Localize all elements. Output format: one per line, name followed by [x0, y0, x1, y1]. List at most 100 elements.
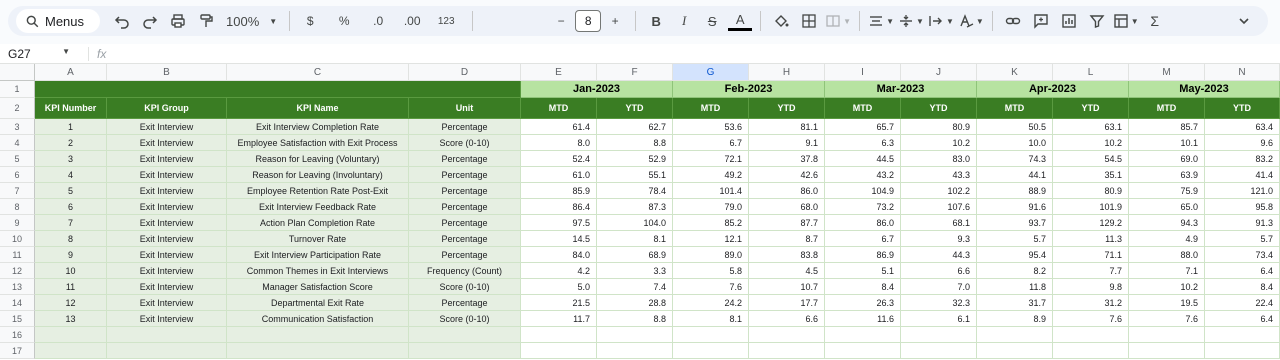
value-cell[interactable]: 6.7 — [825, 231, 901, 247]
empty-cell[interactable] — [227, 327, 409, 343]
column-header[interactable]: B — [107, 64, 227, 81]
kpi-name-cell[interactable]: Employee Retention Rate Post-Exit — [227, 183, 409, 199]
kpi-name-cell[interactable]: Communication Satisfaction — [227, 311, 409, 327]
value-cell[interactable]: 31.7 — [977, 295, 1053, 311]
mtd-header[interactable]: MTD — [521, 98, 597, 119]
month-header[interactable]: Feb-2023 — [673, 81, 825, 98]
value-cell[interactable]: 87.3 — [597, 199, 673, 215]
value-cell[interactable]: 8.9 — [977, 311, 1053, 327]
column-header[interactable]: I — [825, 64, 901, 81]
value-cell[interactable]: 6.3 — [825, 135, 901, 151]
horizontal-align-icon[interactable]: ▼ — [868, 9, 894, 33]
value-cell[interactable]: 104.0 — [597, 215, 673, 231]
paint-format-icon[interactable] — [194, 9, 218, 33]
value-cell[interactable]: 5.7 — [977, 231, 1053, 247]
decrease-decimal-button[interactable]: .0 — [366, 9, 390, 33]
empty-cell[interactable] — [901, 327, 977, 343]
value-cell[interactable]: 73.4 — [1205, 247, 1280, 263]
value-cell[interactable]: 62.7 — [597, 119, 673, 135]
unit-cell[interactable]: Percentage — [409, 199, 521, 215]
value-cell[interactable]: 11.6 — [825, 311, 901, 327]
text-wrap-icon[interactable]: ▼ — [928, 9, 954, 33]
zoom-select[interactable]: 100% ▼ — [220, 14, 283, 29]
value-cell[interactable]: 68.9 — [597, 247, 673, 263]
kpi-number-cell[interactable]: 3 — [35, 151, 107, 167]
value-cell[interactable]: 6.4 — [1205, 263, 1280, 279]
value-cell[interactable]: 52.4 — [521, 151, 597, 167]
empty-cell[interactable] — [409, 343, 521, 359]
value-cell[interactable]: 86.0 — [749, 183, 825, 199]
empty-cell[interactable] — [673, 343, 749, 359]
font-size-input[interactable]: 8 — [575, 10, 602, 32]
fill-color-icon[interactable] — [769, 9, 793, 33]
value-cell[interactable]: 91.6 — [977, 199, 1053, 215]
column-header[interactable]: N — [1205, 64, 1280, 81]
value-cell[interactable]: 97.5 — [521, 215, 597, 231]
value-cell[interactable]: 88.9 — [977, 183, 1053, 199]
title-band[interactable] — [35, 81, 521, 98]
value-cell[interactable]: 32.3 — [901, 295, 977, 311]
value-cell[interactable]: 4.5 — [749, 263, 825, 279]
kpi-group-cell[interactable]: Exit Interview — [107, 151, 227, 167]
kpi-number-cell[interactable]: 5 — [35, 183, 107, 199]
value-cell[interactable]: 43.2 — [825, 167, 901, 183]
kpi-number-cell[interactable]: 7 — [35, 215, 107, 231]
value-cell[interactable]: 44.5 — [825, 151, 901, 167]
empty-cell[interactable] — [1205, 343, 1280, 359]
value-cell[interactable]: 72.1 — [673, 151, 749, 167]
kpi-number-cell[interactable]: 12 — [35, 295, 107, 311]
value-cell[interactable]: 86.4 — [521, 199, 597, 215]
row-header[interactable]: 2 — [0, 98, 35, 119]
unit-cell[interactable]: Percentage — [409, 231, 521, 247]
value-cell[interactable]: 19.5 — [1129, 295, 1205, 311]
strikethrough-button[interactable]: S — [700, 9, 724, 33]
value-cell[interactable]: 4.2 — [521, 263, 597, 279]
kpi-name-cell[interactable]: Exit Interview Feedback Rate — [227, 199, 409, 215]
row-header[interactable]: 14 — [0, 295, 35, 311]
value-cell[interactable]: 63.9 — [1129, 167, 1205, 183]
empty-cell[interactable] — [35, 343, 107, 359]
kpi-number-cell[interactable]: 1 — [35, 119, 107, 135]
value-cell[interactable]: 63.4 — [1205, 119, 1280, 135]
unit-cell[interactable]: Percentage — [409, 167, 521, 183]
kpi-name-cell[interactable]: Reason for Leaving (Voluntary) — [227, 151, 409, 167]
value-cell[interactable]: 7.6 — [1129, 311, 1205, 327]
value-cell[interactable]: 8.0 — [521, 135, 597, 151]
value-cell[interactable]: 8.4 — [1205, 279, 1280, 295]
empty-cell[interactable] — [1053, 327, 1129, 343]
empty-cell[interactable] — [107, 343, 227, 359]
functions-button[interactable]: Σ — [1143, 9, 1167, 33]
kpi-name-cell[interactable]: Action Plan Completion Rate — [227, 215, 409, 231]
value-cell[interactable]: 104.9 — [825, 183, 901, 199]
value-cell[interactable]: 8.7 — [749, 231, 825, 247]
currency-button[interactable]: $ — [298, 9, 322, 33]
kpi-group-cell[interactable]: Exit Interview — [107, 119, 227, 135]
empty-cell[interactable] — [521, 327, 597, 343]
value-cell[interactable]: 88.0 — [1129, 247, 1205, 263]
value-cell[interactable]: 8.1 — [673, 311, 749, 327]
undo-icon[interactable] — [110, 9, 134, 33]
value-cell[interactable]: 95.8 — [1205, 199, 1280, 215]
value-cell[interactable]: 22.4 — [1205, 295, 1280, 311]
value-cell[interactable]: 85.9 — [521, 183, 597, 199]
text-rotation-icon[interactable]: ▼ — [958, 9, 984, 33]
column-header[interactable]: L — [1053, 64, 1129, 81]
value-cell[interactable]: 7.1 — [1129, 263, 1205, 279]
unit-cell[interactable]: Percentage — [409, 247, 521, 263]
row-header[interactable]: 15 — [0, 311, 35, 327]
value-cell[interactable]: 10.7 — [749, 279, 825, 295]
value-cell[interactable]: 54.5 — [1053, 151, 1129, 167]
value-cell[interactable]: 10.1 — [1129, 135, 1205, 151]
ytd-header[interactable]: YTD — [901, 98, 977, 119]
value-cell[interactable]: 87.7 — [749, 215, 825, 231]
value-cell[interactable]: 52.9 — [597, 151, 673, 167]
mtd-header[interactable]: MTD — [1129, 98, 1205, 119]
value-cell[interactable]: 83.0 — [901, 151, 977, 167]
row-header[interactable]: 10 — [0, 231, 35, 247]
value-cell[interactable]: 44.3 — [901, 247, 977, 263]
kpi-number-cell[interactable]: 4 — [35, 167, 107, 183]
value-cell[interactable]: 10.2 — [1053, 135, 1129, 151]
value-cell[interactable]: 49.2 — [673, 167, 749, 183]
value-cell[interactable]: 121.0 — [1205, 183, 1280, 199]
row-header[interactable]: 6 — [0, 167, 35, 183]
